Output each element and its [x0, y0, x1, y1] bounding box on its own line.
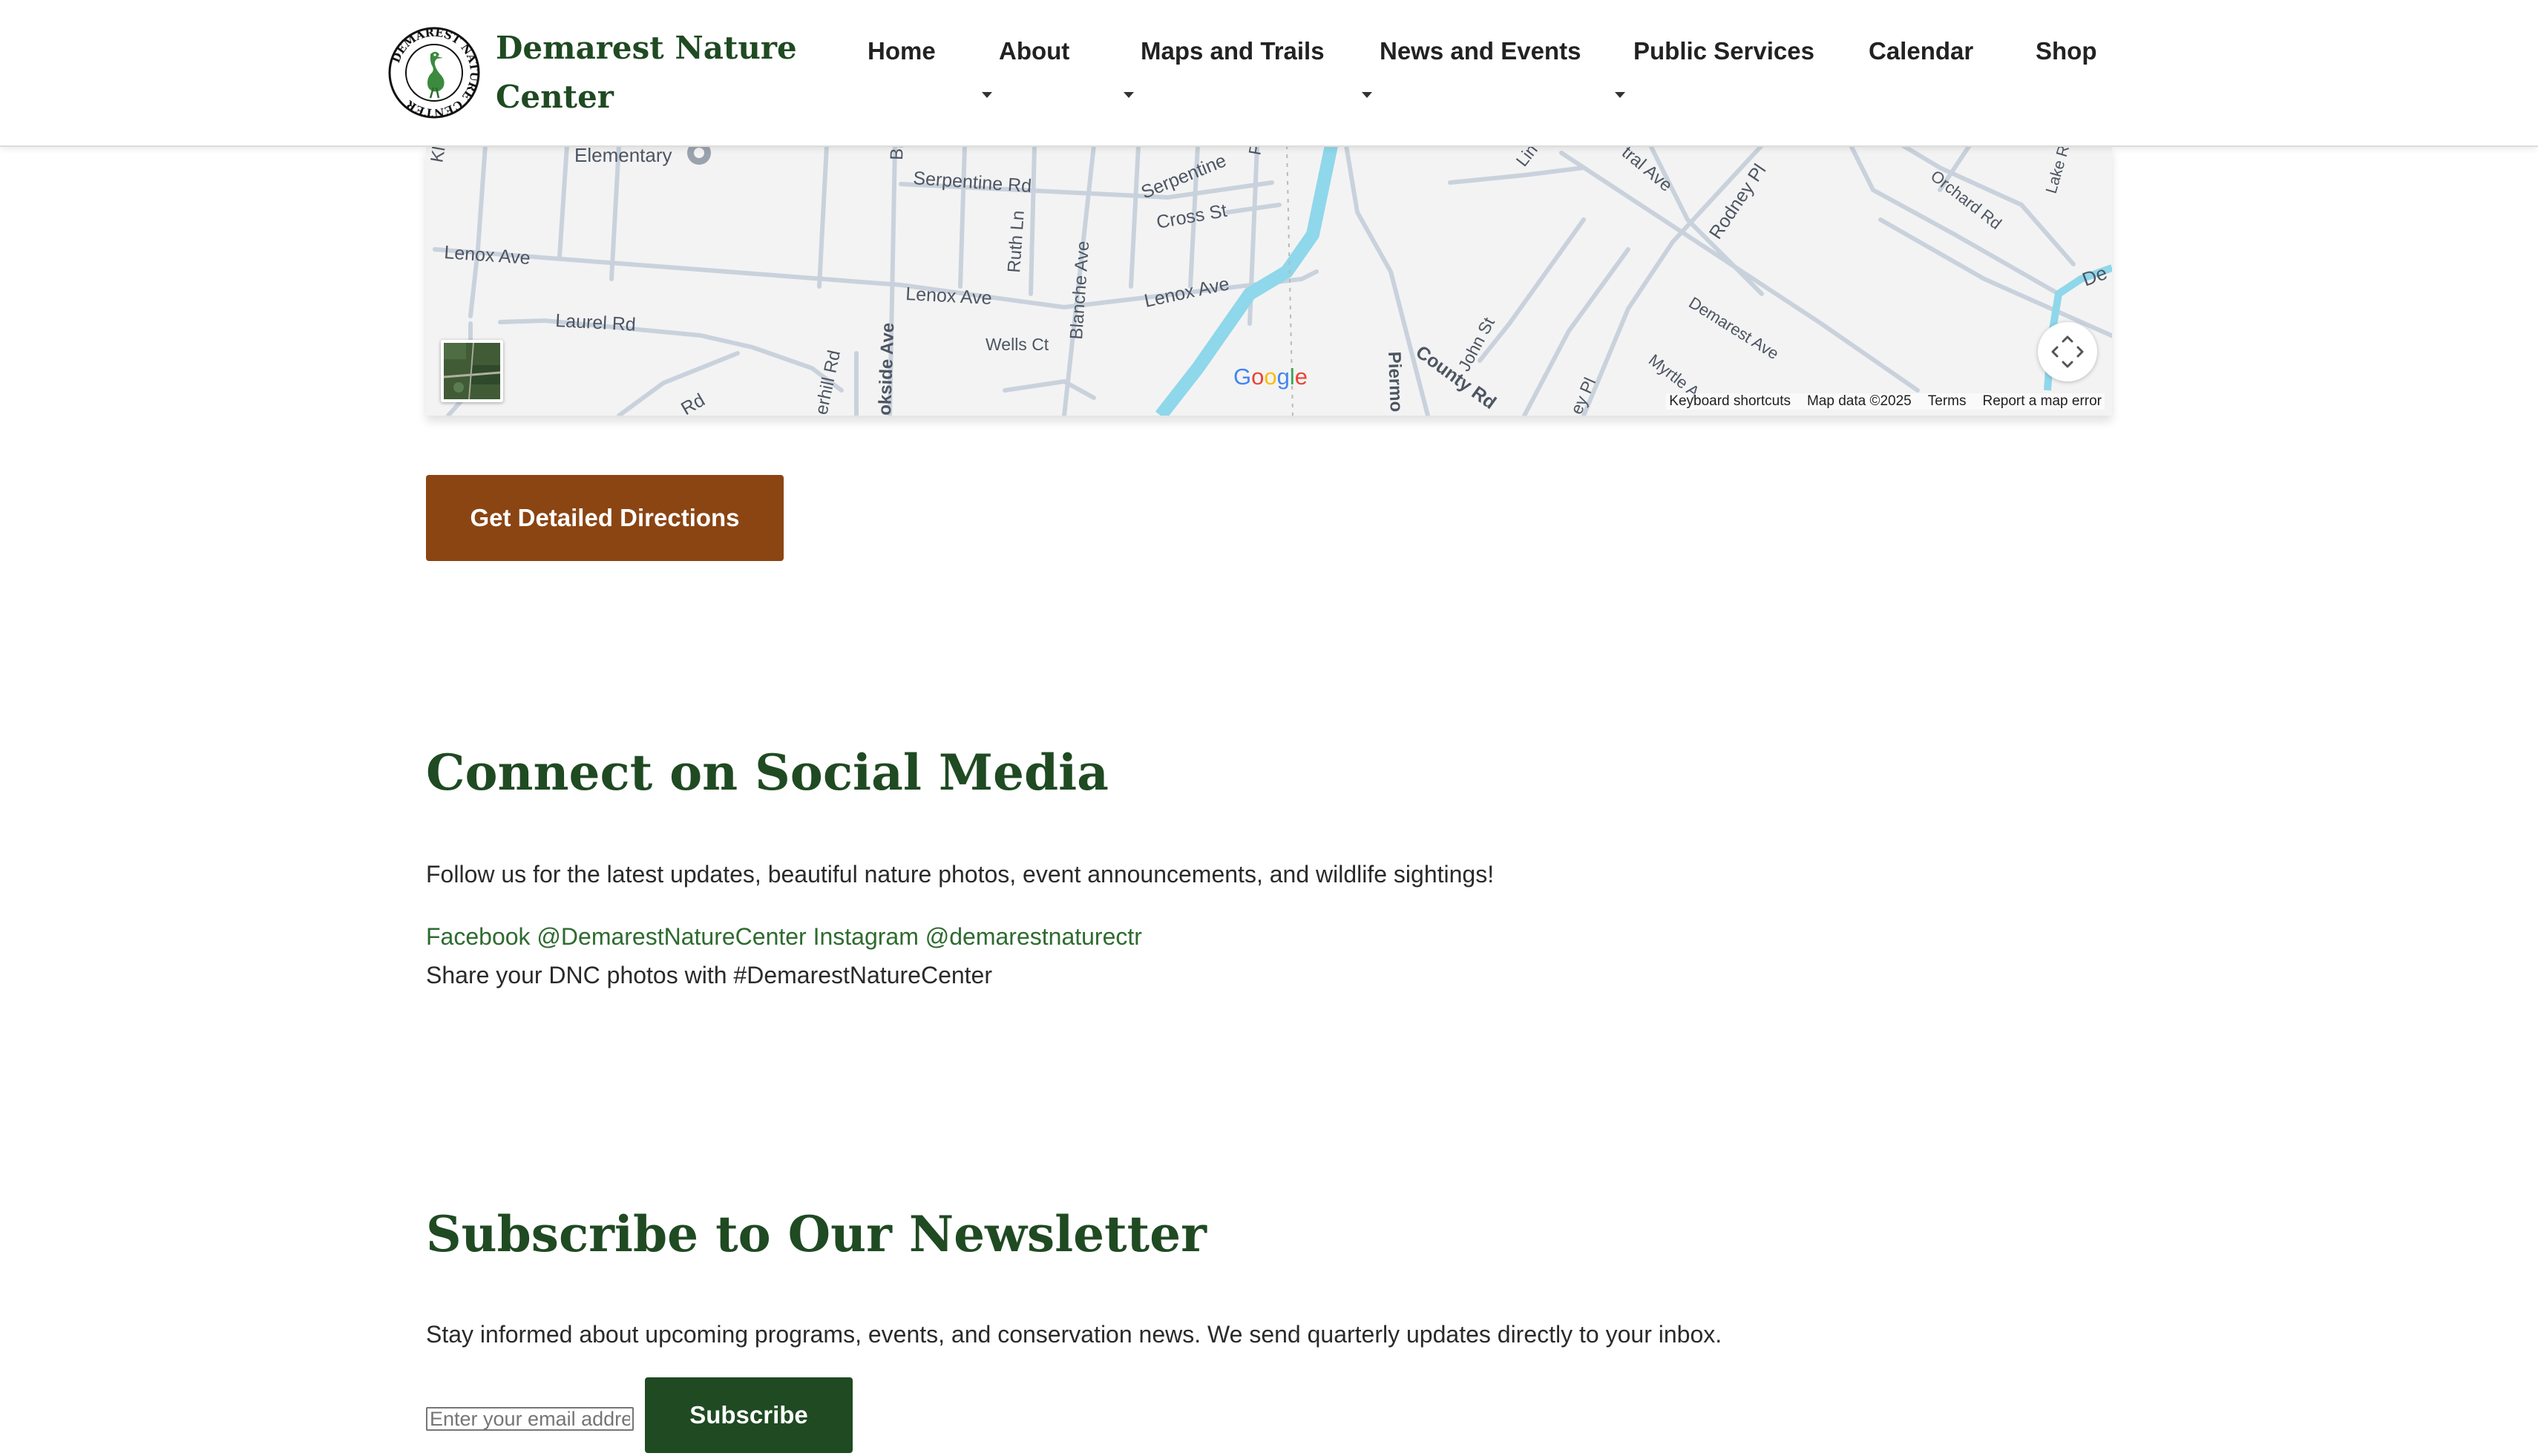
google-logo: Google — [1233, 364, 1308, 390]
nav-item-label: About — [999, 37, 1070, 65]
social-heading: Connect on Social Media — [426, 744, 1109, 801]
google-logo-letter: l — [1289, 364, 1295, 390]
nav-item-public-services[interactable]: Public Services — [1633, 37, 1814, 65]
embedded-map[interactable]: Elementary Serpentine Rd Serpentine Cros… — [426, 145, 2112, 416]
map-data-attribution: Map data ©2025 — [1806, 393, 1912, 409]
facebook-link[interactable]: Facebook @DemarestNatureCenter — [426, 923, 807, 950]
report-map-error-link[interactable]: Report a map error — [1982, 393, 2102, 410]
map-fullscreen-button[interactable] — [2038, 322, 2097, 381]
social-description: Follow us for the latest updates, beauti… — [426, 861, 1495, 888]
satellite-thumbnail-icon — [444, 343, 500, 399]
subscribe-button[interactable]: Subscribe — [645, 1377, 853, 1453]
main-nav: Home About Maps and Trails News and Even… — [0, 0, 2538, 145]
google-logo-letter: g — [1276, 364, 1290, 390]
nav-item-about[interactable]: About — [999, 37, 1069, 65]
google-logo-letter: e — [1294, 364, 1308, 390]
page: DEMAREST NATURE CENTER Demarest Nature C… — [0, 0, 2538, 1456]
news-dropdown-caret-icon[interactable] — [1362, 92, 1372, 98]
map-street-label: Wells Ct — [986, 335, 1049, 354]
nav-item-news-and-events[interactable]: News and Events — [1380, 37, 1581, 65]
nav-item-calendar[interactable]: Calendar — [1869, 37, 1973, 65]
map-terms-link[interactable]: Terms — [1928, 393, 1967, 410]
google-logo-letter: o — [1251, 364, 1265, 390]
nav-item-label: Shop — [2036, 37, 2097, 65]
map-street-label: Kl — [427, 145, 449, 164]
map-street-label: Laurel Rd — [555, 310, 637, 335]
map-street-label: Elementary — [574, 145, 672, 166]
nav-item-shop[interactable]: Shop — [2036, 37, 2096, 65]
nav-item-label: News and Events — [1380, 37, 1581, 65]
email-input[interactable] — [426, 1407, 634, 1431]
map-street-label: Bl — [887, 145, 908, 160]
social-links: Facebook @DemarestNatureCenter Instagram… — [426, 923, 1142, 951]
map-street-label: okside Ave — [875, 322, 898, 416]
map-attribution-bar: Keyboard shortcuts Map data ©2025 Terms … — [1666, 393, 2105, 410]
fullscreen-icon — [2051, 335, 2084, 368]
nav-item-maps-and-trails[interactable]: Maps and Trails — [1141, 37, 1325, 65]
google-logo-letter: o — [1264, 364, 1277, 390]
share-photos-text: Share your DNC photos with #DemarestNatu… — [426, 962, 992, 988]
newsletter-heading: Subscribe to Our Newsletter — [426, 1205, 1207, 1263]
satellite-view-toggle[interactable] — [441, 340, 503, 402]
nav-item-label: Home — [868, 37, 936, 65]
about-dropdown-caret-icon[interactable] — [982, 92, 992, 98]
nav-item-label: Maps and Trails — [1141, 37, 1325, 65]
services-dropdown-caret-icon[interactable] — [1615, 92, 1625, 98]
nav-item-home[interactable]: Home — [868, 37, 936, 65]
nav-item-label: Public Services — [1633, 37, 1814, 65]
site-header: DEMAREST NATURE CENTER Demarest Nature C… — [0, 0, 2538, 147]
newsletter-description: Stay informed about upcoming programs, e… — [426, 1321, 1722, 1348]
google-logo-letter: G — [1233, 364, 1252, 390]
instagram-link[interactable]: Instagram @demarestnaturectr — [813, 923, 1142, 950]
nav-item-label: Calendar — [1869, 37, 1974, 65]
maps-dropdown-caret-icon[interactable] — [1124, 92, 1134, 98]
keyboard-shortcuts-link[interactable]: Keyboard shortcuts — [1669, 393, 1791, 410]
get-directions-button[interactable]: Get Detailed Directions — [426, 475, 784, 561]
map-street-label: Piermo — [1384, 351, 1406, 412]
